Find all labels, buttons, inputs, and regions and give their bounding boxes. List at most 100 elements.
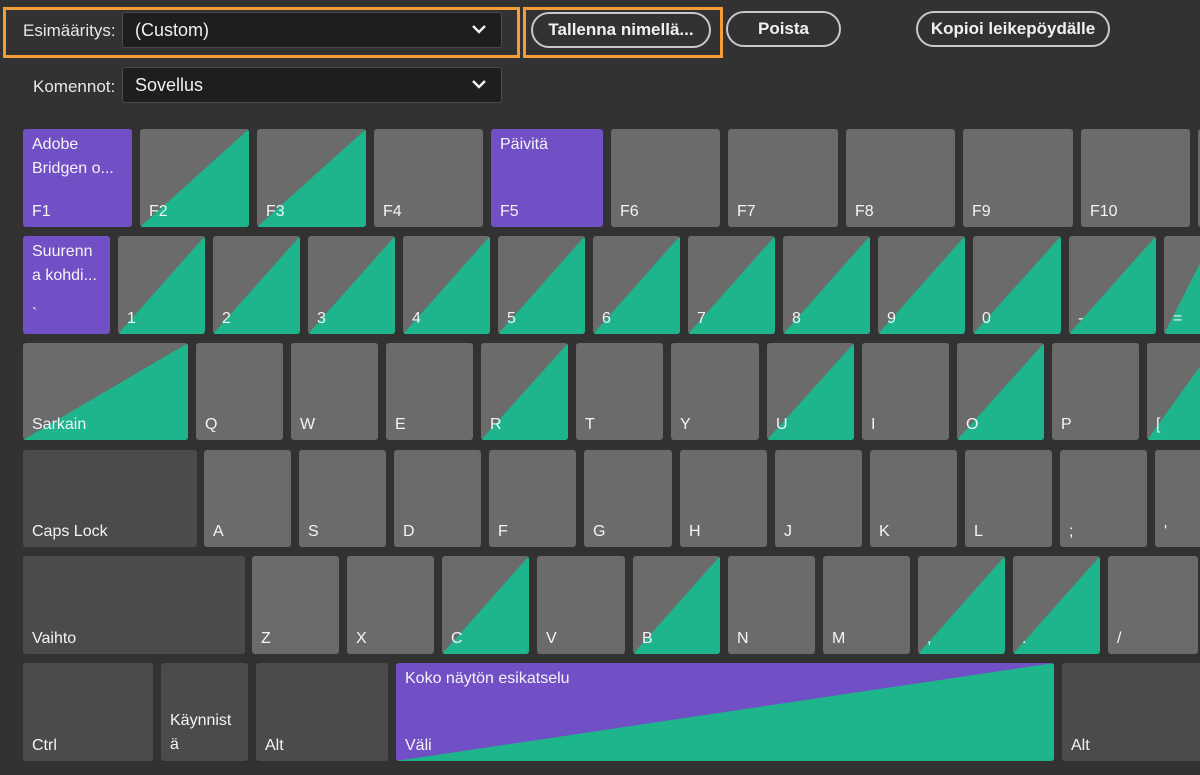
key-d[interactable]: D bbox=[394, 450, 481, 547]
key-backtick[interactable]: Suurenn a kohdi... ` bbox=[23, 236, 110, 334]
key-b[interactable]: B bbox=[633, 556, 720, 654]
key-9[interactable]: 9 bbox=[878, 236, 965, 334]
key-h-label: H bbox=[689, 523, 701, 540]
key-c[interactable]: C bbox=[442, 556, 529, 654]
key-q-label: Q bbox=[205, 416, 218, 433]
key-comma-label: , bbox=[927, 630, 932, 647]
key-space-label: Väli bbox=[405, 737, 432, 754]
key-start[interactable]: Käynnist ä bbox=[161, 663, 248, 761]
key-shift-label: Vaihto bbox=[32, 630, 77, 647]
key-semicolon[interactable]: ; bbox=[1060, 450, 1147, 547]
key-alt-right-label: Alt bbox=[1071, 737, 1090, 754]
key-5[interactable]: 5 bbox=[498, 236, 585, 334]
key-r[interactable]: R bbox=[481, 343, 568, 440]
key-tab[interactable]: Sarkain bbox=[23, 343, 188, 440]
key-equals[interactable]: = bbox=[1164, 236, 1200, 334]
key-f8-label: F8 bbox=[855, 203, 874, 220]
key-p[interactable]: P bbox=[1052, 343, 1139, 440]
key-4[interactable]: 4 bbox=[403, 236, 490, 334]
key-v-label: V bbox=[546, 630, 557, 647]
key-shift[interactable]: Vaihto bbox=[23, 556, 245, 654]
key-left-bracket[interactable]: [ bbox=[1147, 343, 1200, 440]
key-u[interactable]: U bbox=[767, 343, 854, 440]
key-q[interactable]: Q bbox=[196, 343, 283, 440]
key-7[interactable]: 7 bbox=[688, 236, 775, 334]
key-f7[interactable]: F7 bbox=[728, 129, 838, 227]
key-x-label: X bbox=[356, 630, 367, 647]
key-f5-command: Päivitä bbox=[500, 136, 549, 153]
delete-button[interactable]: Poista bbox=[726, 11, 841, 47]
key-o[interactable]: O bbox=[957, 343, 1044, 440]
key-alt-right[interactable]: Alt bbox=[1062, 663, 1200, 761]
key-0[interactable]: 0 bbox=[973, 236, 1061, 334]
key-space[interactable]: Koko näytön esikatselu Väli bbox=[396, 663, 1054, 761]
key-f3[interactable]: F3 bbox=[257, 129, 366, 227]
key-m[interactable]: M bbox=[823, 556, 910, 654]
key-v[interactable]: V bbox=[537, 556, 625, 654]
copy-to-clipboard-button[interactable]: Kopioi leikepöydälle bbox=[916, 11, 1110, 47]
key-i[interactable]: I bbox=[862, 343, 949, 440]
key-a[interactable]: A bbox=[204, 450, 291, 547]
preset-value: (Custom) bbox=[135, 20, 210, 40]
key-f6-label: F6 bbox=[620, 203, 639, 220]
key-f7-label: F7 bbox=[737, 203, 756, 220]
key-1[interactable]: 1 bbox=[118, 236, 205, 334]
commands-select[interactable]: Sovellus bbox=[122, 67, 502, 103]
key-equals-label: = bbox=[1173, 310, 1183, 327]
key-f5[interactable]: Päivitä F5 bbox=[491, 129, 603, 227]
key-t[interactable]: T bbox=[576, 343, 663, 440]
key-w[interactable]: W bbox=[291, 343, 378, 440]
key-z-label: Z bbox=[261, 630, 271, 647]
key-2[interactable]: 2 bbox=[213, 236, 300, 334]
key-quote[interactable]: ' bbox=[1155, 450, 1200, 547]
key-f4-label: F4 bbox=[383, 203, 402, 220]
preset-select[interactable]: (Custom) bbox=[122, 12, 502, 48]
key-period[interactable]: . bbox=[1013, 556, 1100, 654]
key-t-label: T bbox=[585, 416, 595, 433]
key-m-label: M bbox=[832, 630, 846, 647]
key-l[interactable]: L bbox=[965, 450, 1052, 547]
key-x[interactable]: X bbox=[347, 556, 434, 654]
key-n-label: N bbox=[737, 630, 749, 647]
key-6[interactable]: 6 bbox=[593, 236, 680, 334]
key-j[interactable]: J bbox=[775, 450, 862, 547]
key-f8[interactable]: F8 bbox=[846, 129, 955, 227]
key-f6[interactable]: F6 bbox=[611, 129, 720, 227]
key-alt-left[interactable]: Alt bbox=[256, 663, 388, 761]
key-semicolon-label: ; bbox=[1069, 523, 1074, 540]
key-comma[interactable]: , bbox=[918, 556, 1005, 654]
key-s-label: S bbox=[308, 523, 319, 540]
key-g[interactable]: G bbox=[584, 450, 672, 547]
key-y[interactable]: Y bbox=[671, 343, 759, 440]
key-f2-label: F2 bbox=[149, 203, 168, 220]
key-f-label: F bbox=[498, 523, 508, 540]
key-minus[interactable]: - bbox=[1069, 236, 1156, 334]
key-5-label: 5 bbox=[507, 310, 516, 327]
key-e-label: E bbox=[395, 416, 406, 433]
key-f2[interactable]: F2 bbox=[140, 129, 249, 227]
key-f9[interactable]: F9 bbox=[963, 129, 1073, 227]
key-3[interactable]: 3 bbox=[308, 236, 395, 334]
commands-label: Komennot: bbox=[33, 77, 116, 96]
key-p-label: P bbox=[1061, 416, 1072, 433]
key-n[interactable]: N bbox=[728, 556, 815, 654]
key-caps-lock[interactable]: Caps Lock bbox=[23, 450, 197, 547]
key-space-command: Koko näytön esikatselu bbox=[405, 670, 570, 687]
save-as-button[interactable]: Tallenna nimellä... bbox=[531, 12, 711, 48]
key-s[interactable]: S bbox=[299, 450, 386, 547]
key-f4[interactable]: F4 bbox=[374, 129, 483, 227]
key-f10[interactable]: F10 bbox=[1081, 129, 1190, 227]
key-caps-lock-label: Caps Lock bbox=[32, 523, 108, 540]
key-e[interactable]: E bbox=[386, 343, 473, 440]
key-ctrl[interactable]: Ctrl bbox=[23, 663, 153, 761]
key-k[interactable]: K bbox=[870, 450, 957, 547]
key-quote-label: ' bbox=[1164, 523, 1168, 540]
key-o-label: O bbox=[966, 416, 979, 433]
key-8-label: 8 bbox=[792, 310, 801, 327]
key-8[interactable]: 8 bbox=[783, 236, 870, 334]
key-f[interactable]: F bbox=[489, 450, 576, 547]
key-f1[interactable]: Adobe Bridgen o... F1 bbox=[23, 129, 132, 227]
key-z[interactable]: Z bbox=[252, 556, 339, 654]
key-h[interactable]: H bbox=[680, 450, 767, 547]
key-slash[interactable]: / bbox=[1108, 556, 1198, 654]
